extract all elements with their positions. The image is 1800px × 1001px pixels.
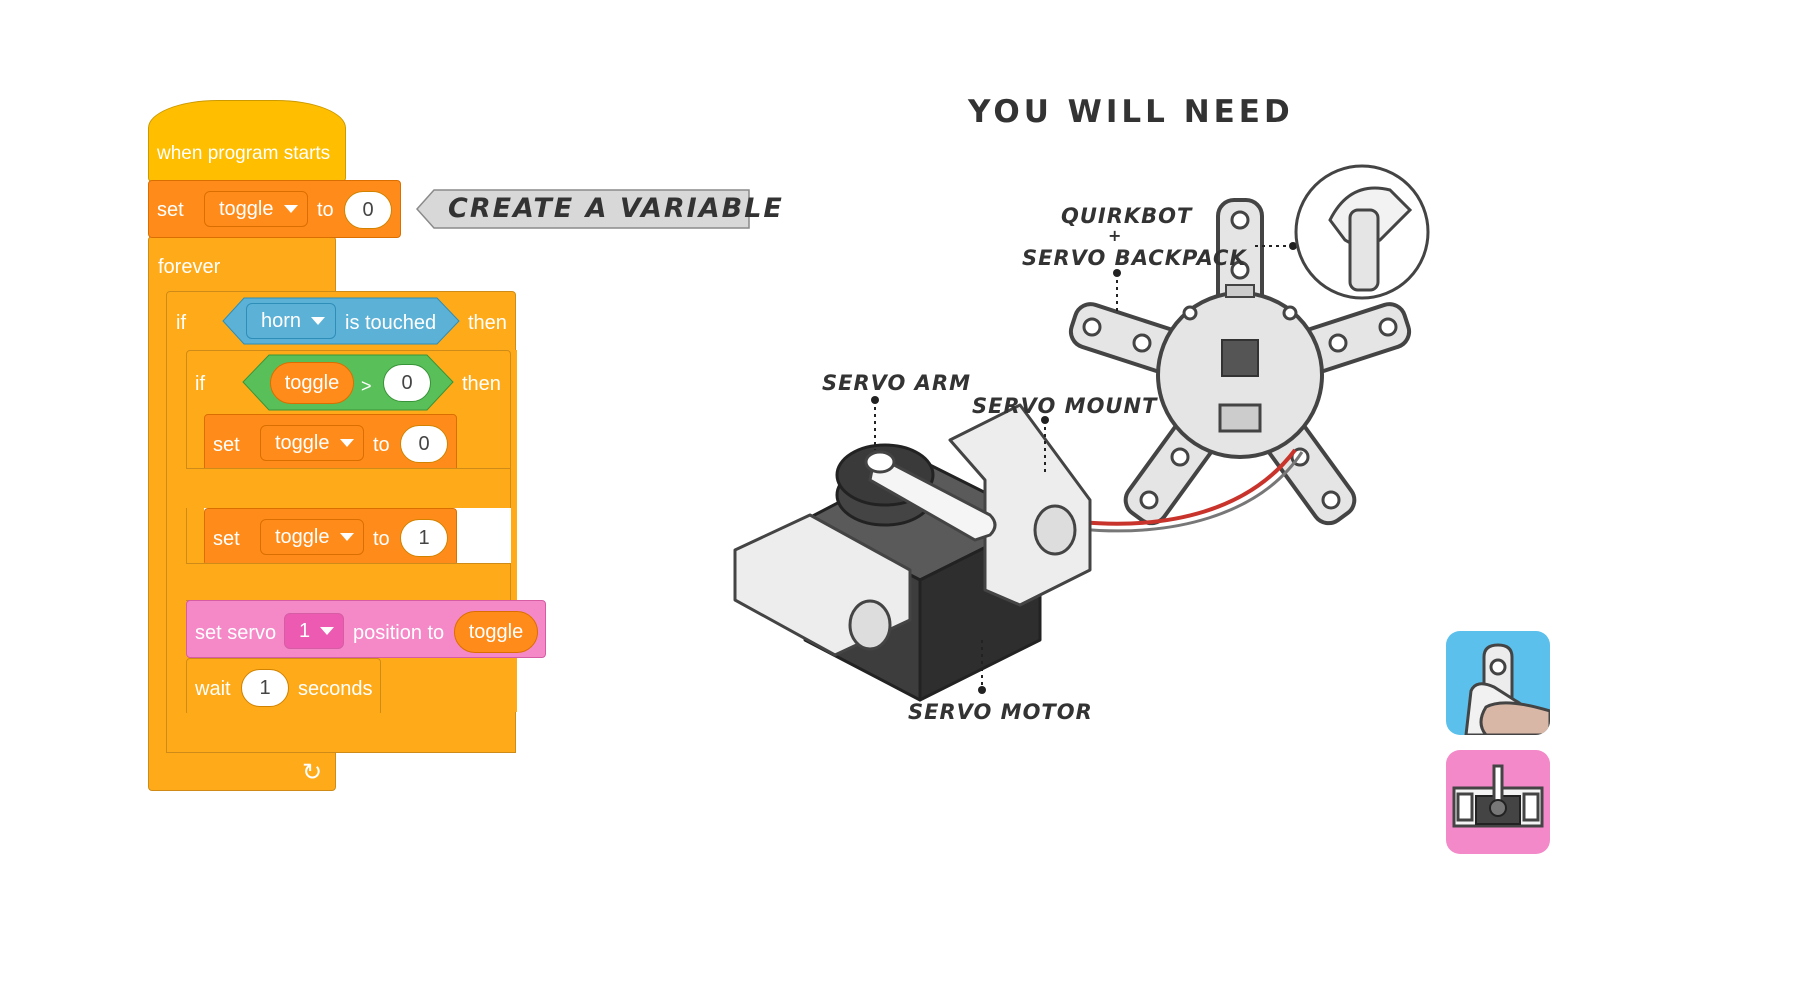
toggle-reporter[interactable]: toggle bbox=[270, 362, 354, 404]
plus-label: + bbox=[1108, 226, 1123, 245]
hand-holding-board-icon bbox=[1464, 643, 1550, 735]
if-outer-label: if bbox=[176, 312, 186, 334]
to-label: to bbox=[373, 434, 390, 456]
chevron-down-icon bbox=[283, 205, 298, 213]
to-label: to bbox=[317, 199, 334, 221]
toggle-reporter[interactable]: toggle bbox=[454, 611, 538, 653]
servo-number-dropdown[interactable]: 1 bbox=[284, 613, 344, 649]
loop-arrow-icon: ↻ bbox=[302, 759, 323, 786]
servo-arm-label: SERVO ARM bbox=[822, 371, 972, 395]
sensor-dropdown[interactable]: horn bbox=[246, 303, 336, 339]
hardware-illustration bbox=[733, 164, 1430, 702]
greater-than-label: > bbox=[361, 376, 372, 396]
servo-tile-button[interactable] bbox=[1446, 750, 1550, 854]
servo-backpack-label: SERVO BACKPACK bbox=[1022, 246, 1247, 270]
then-label: then bbox=[468, 312, 507, 334]
else-bar bbox=[186, 468, 511, 508]
servo-mount-icon bbox=[1452, 764, 1544, 828]
seconds-label: seconds bbox=[298, 678, 373, 700]
section-title: YOU WILL NEED bbox=[968, 94, 1294, 130]
set-servo-label: set servo bbox=[195, 622, 277, 644]
value-input[interactable]: 1 bbox=[400, 519, 448, 557]
chevron-down-icon bbox=[311, 317, 326, 325]
variable-dropdown[interactable]: toggle bbox=[260, 519, 364, 555]
wait-label: wait bbox=[195, 678, 231, 700]
servo-mount-label: SERVO MOUNT bbox=[972, 394, 1158, 418]
set-label: set bbox=[213, 434, 240, 456]
variable-dropdown-label: toggle bbox=[275, 431, 330, 454]
quirkbot-label: QUIRKBOT bbox=[1061, 204, 1193, 228]
hat-label: when program starts bbox=[157, 143, 331, 164]
value-input[interactable]: 0 bbox=[400, 425, 448, 463]
servo-motor-label: SERVO MOTOR bbox=[908, 700, 1093, 724]
chevron-down-icon bbox=[339, 439, 354, 447]
sensor-dropdown-label: horn bbox=[261, 309, 302, 332]
quirkbot-tile-button[interactable] bbox=[1446, 631, 1550, 735]
set-label: set bbox=[157, 199, 184, 221]
position-to-label: position to bbox=[353, 622, 445, 644]
hat-block[interactable] bbox=[148, 100, 346, 182]
if-else-bottom bbox=[186, 563, 511, 601]
compare-value-input[interactable]: 0 bbox=[383, 364, 431, 402]
chevron-down-icon bbox=[320, 627, 335, 635]
if-inner-label: if bbox=[195, 373, 205, 395]
forever-label: forever bbox=[158, 256, 221, 278]
zoom-circle bbox=[1294, 164, 1430, 300]
variable-dropdown[interactable]: toggle bbox=[204, 191, 308, 227]
variable-dropdown[interactable]: toggle bbox=[260, 425, 364, 461]
variable-dropdown-label: toggle bbox=[219, 197, 274, 220]
then-inner-label: then bbox=[462, 373, 501, 395]
to-label: to bbox=[373, 528, 390, 550]
set-label: set bbox=[213, 528, 240, 550]
value-input[interactable]: 0 bbox=[344, 191, 392, 229]
variable-dropdown-label: toggle bbox=[275, 525, 330, 548]
wait-value-input[interactable]: 1 bbox=[241, 669, 289, 707]
chevron-down-icon bbox=[339, 533, 354, 541]
servo-number-label: 1 bbox=[299, 619, 311, 642]
if-outer-bottom bbox=[166, 713, 516, 753]
is-touched-label: is touched bbox=[345, 312, 437, 334]
